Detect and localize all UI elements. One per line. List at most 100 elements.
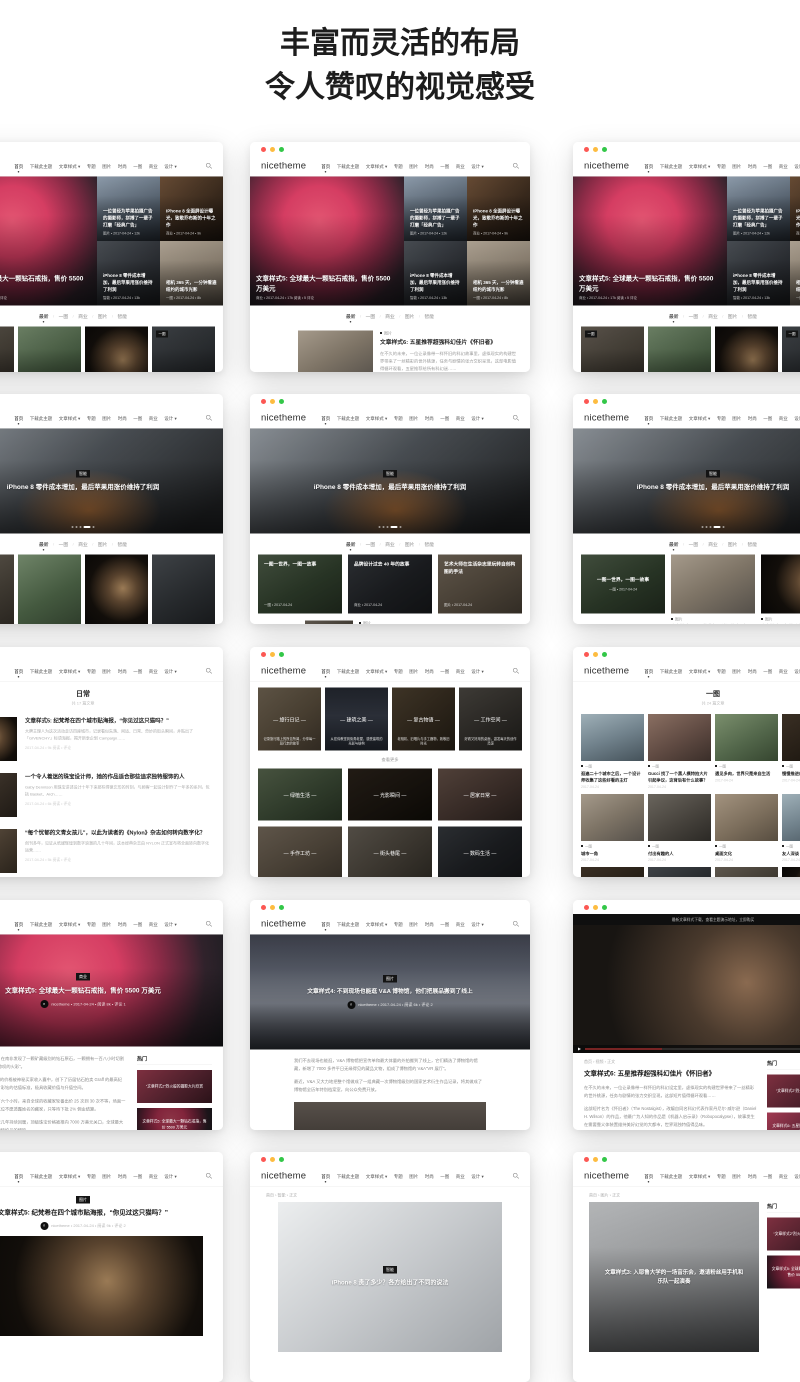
nav-item-post-styles[interactable]: 文章样式 ▾ bbox=[689, 1173, 711, 1180]
nav-item-business[interactable]: 商业 bbox=[149, 163, 158, 170]
category-badge[interactable]: 一图 bbox=[156, 331, 168, 338]
breadcrumb[interactable]: 首页 › 图片 › 正文 bbox=[589, 1193, 800, 1199]
nav-item-download[interactable]: 下载此主题 bbox=[337, 163, 360, 170]
traffic-light-close[interactable] bbox=[584, 905, 589, 910]
nav-item-topics[interactable]: 专题 bbox=[717, 415, 726, 422]
tab-smart[interactable]: 智能 bbox=[424, 313, 434, 320]
nav-item-photos[interactable]: 图片 bbox=[732, 668, 741, 675]
category-badge[interactable]: 商业 bbox=[76, 973, 90, 981]
topic-card[interactable]: — 旅行日记 — 记录旅行路上的所见所闻，分享每一段行走的故事 bbox=[258, 688, 321, 751]
nav-item-oneimage[interactable]: 一图 bbox=[763, 415, 772, 422]
nav-item-topics[interactable]: 专题 bbox=[394, 163, 403, 170]
category-badge[interactable]: 图片 bbox=[76, 1196, 90, 1204]
nav-item-oneimage[interactable]: 一图 bbox=[440, 921, 449, 928]
search-icon[interactable] bbox=[513, 921, 519, 927]
nav-item-business[interactable]: 商业 bbox=[456, 921, 465, 928]
thumb-card[interactable]: 深夜里的猫 bbox=[715, 327, 778, 373]
category-badge[interactable]: 智能 bbox=[76, 470, 90, 478]
nav-item-download[interactable]: 下载此主题 bbox=[660, 163, 683, 170]
post-card[interactable]: 图片 文章样式6: 五星推荐超强科幻佳片《怀旧者》 bbox=[671, 555, 755, 625]
featured-post[interactable]: 一位曾经为苹果拍摄广告的摄影师，拼搏了一辈子打磨「经典广告」 图片 • 2017… bbox=[727, 177, 790, 242]
nav-item-download[interactable]: 下载此主题 bbox=[30, 668, 53, 675]
nav-item-post-styles[interactable]: 文章样式 ▾ bbox=[366, 163, 388, 170]
topic-card[interactable]: — 绿植生活 — bbox=[258, 769, 342, 821]
nav-item-design[interactable]: 设计 ▾ bbox=[471, 921, 484, 928]
notification-bar[interactable]: 最新文章样式下载，查看主题演示地址，立即购买 bbox=[573, 914, 800, 925]
nav-item-design[interactable]: 设计 ▾ bbox=[164, 163, 177, 170]
nav-item-design[interactable]: 设计 ▾ bbox=[794, 668, 800, 675]
post-card[interactable]: 一图 桌面文化 2017-04-24 bbox=[715, 794, 778, 862]
nav-item-download[interactable]: 下载此主题 bbox=[30, 415, 53, 422]
nav-item-photos[interactable]: 图片 bbox=[409, 921, 418, 928]
nav-item-oneimage[interactable]: 一图 bbox=[133, 668, 142, 675]
avatar[interactable]: n bbox=[40, 1222, 48, 1230]
tab-smart[interactable]: 智能 bbox=[747, 313, 757, 320]
tab-smart[interactable]: 智能 bbox=[117, 313, 127, 320]
nav-item-home[interactable]: 首页 bbox=[14, 415, 23, 422]
traffic-light-minimize[interactable] bbox=[270, 399, 275, 404]
load-more-link[interactable]: 查看更多 bbox=[250, 751, 530, 769]
nav-item-topics[interactable]: 专题 bbox=[87, 668, 96, 675]
category-badge[interactable]: 智能 bbox=[706, 470, 720, 478]
traffic-light-close[interactable] bbox=[261, 1157, 266, 1162]
search-icon[interactable] bbox=[513, 668, 519, 674]
thumb-card[interactable]: 一图 把工作装进一只包 bbox=[782, 327, 800, 373]
nav-item-photos[interactable]: 图片 bbox=[409, 163, 418, 170]
traffic-light-zoom[interactable] bbox=[279, 905, 284, 910]
tab-photos[interactable]: 图片 bbox=[405, 313, 415, 320]
traffic-light-minimize[interactable] bbox=[593, 652, 598, 657]
tab-oneimage[interactable]: 一图 bbox=[366, 313, 376, 320]
nav-item-home[interactable]: 首页 bbox=[14, 163, 23, 170]
tab-business[interactable]: 商业 bbox=[78, 313, 88, 320]
thumb-card[interactable]: 一图 老城街角的一天 bbox=[581, 327, 644, 373]
site-logo[interactable]: nicetheme bbox=[584, 666, 629, 677]
nav-item-oneimage[interactable]: 一图 bbox=[133, 415, 142, 422]
nav-item-post-styles[interactable]: 文章样式 ▾ bbox=[366, 668, 388, 675]
hot-post-card[interactable]: 文章样式5: 全球最大一颗钻石戒指，售价 5500 万美元 bbox=[137, 1108, 212, 1130]
hero-slider[interactable]: 智能 iPhone 8 零件成本增加，最后苹果用涨价维持了利润 bbox=[573, 429, 800, 534]
search-icon[interactable] bbox=[206, 668, 212, 674]
thumb-card[interactable]: 一图 老城街角的一天 bbox=[0, 327, 14, 373]
nav-item-topics[interactable]: 专题 bbox=[717, 163, 726, 170]
tab-business[interactable]: 商业 bbox=[385, 541, 395, 548]
nav-item-business[interactable]: 商业 bbox=[456, 163, 465, 170]
site-logo[interactable]: nicetheme bbox=[261, 161, 306, 172]
nav-item-download[interactable]: 下载此主题 bbox=[30, 1173, 53, 1180]
nav-item-topics[interactable]: 专题 bbox=[87, 415, 96, 422]
nav-item-fashion[interactable]: 时尚 bbox=[118, 921, 127, 928]
traffic-light-minimize[interactable] bbox=[593, 147, 598, 152]
post-card[interactable]: 图片 文章样式5: 纪梵希在四个城市贴海报，“你见过这只猫吗？” bbox=[761, 555, 800, 625]
avatar[interactable]: n bbox=[347, 1001, 355, 1009]
nav-item-download[interactable]: 下载此主题 bbox=[660, 415, 683, 422]
nav-item-home[interactable]: 首页 bbox=[321, 415, 330, 422]
play-icon[interactable] bbox=[578, 1048, 581, 1051]
tab-latest[interactable]: 最新 bbox=[39, 313, 49, 320]
nav-item-post-styles[interactable]: 文章样式 ▾ bbox=[366, 921, 388, 928]
hot-post-card[interactable]: “文章样式2”烈火般的摄影大片欣赏 bbox=[767, 1075, 800, 1108]
traffic-light-zoom[interactable] bbox=[279, 147, 284, 152]
nav-item-photos[interactable]: 图片 bbox=[409, 415, 418, 422]
tab-photos[interactable]: 图片 bbox=[405, 541, 415, 548]
nav-item-download[interactable]: 下载此主题 bbox=[337, 668, 360, 675]
post-card[interactable]: 一图 付出有趣的人 2017-04-24 bbox=[648, 794, 711, 862]
traffic-light-minimize[interactable] bbox=[593, 1157, 598, 1162]
traffic-light-minimize[interactable] bbox=[270, 905, 275, 910]
nav-item-oneimage[interactable]: 一图 bbox=[133, 921, 142, 928]
featured-post[interactable]: 一位曾经为苹果拍摄广告的摄影师，拼搏了一辈子打磨「经典广告」 图片 • 2017… bbox=[404, 177, 467, 242]
traffic-light-zoom[interactable] bbox=[602, 905, 607, 910]
nav-item-fashion[interactable]: 时尚 bbox=[748, 163, 757, 170]
search-icon[interactable] bbox=[513, 163, 519, 169]
nav-item-business[interactable]: 商业 bbox=[149, 668, 158, 675]
tab-business[interactable]: 商业 bbox=[708, 313, 718, 320]
site-logo[interactable]: nicetheme bbox=[261, 413, 306, 424]
tab-photos[interactable]: 图片 bbox=[728, 313, 738, 320]
nav-item-design[interactable]: 设计 ▾ bbox=[164, 921, 177, 928]
topic-card[interactable]: — 复古物语 — 老相机、旧唱片与手工器物，致敬旧时光 bbox=[392, 688, 455, 751]
nav-item-oneimage[interactable]: 一图 bbox=[763, 1173, 772, 1180]
post-card[interactable]: 图片 文章样式5: 纪梵希在四个城市贴海报，“你见过这只猫吗？” bbox=[85, 555, 148, 625]
featured-post[interactable]: iPhone 8 零件成本增加，最后苹果用涨价维持了利润 智能 • 2017-0… bbox=[404, 241, 467, 306]
thumb-card[interactable]: 一整面会呼吸的绿植墙 bbox=[18, 327, 81, 373]
category-badge[interactable]: 一图 bbox=[585, 331, 597, 338]
thumb-card[interactable]: 一图 把工作装进一只包 bbox=[152, 327, 215, 373]
tab-oneimage[interactable]: 一图 bbox=[689, 541, 699, 548]
